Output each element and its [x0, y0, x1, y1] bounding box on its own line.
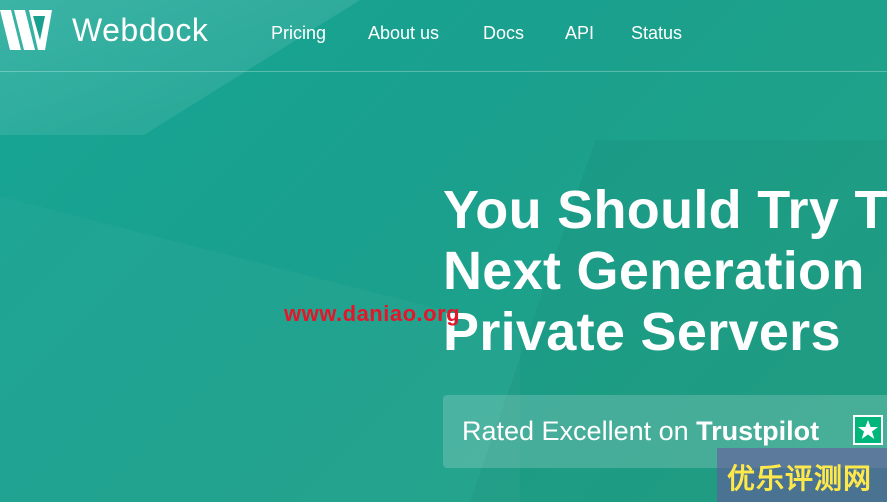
nav-docs-link[interactable]: Docs	[483, 23, 524, 44]
corner-watermark-badge: 优乐评测网	[717, 448, 887, 502]
nav-api-link[interactable]: API	[565, 23, 594, 44]
corner-watermark-text: 优乐评测网	[727, 462, 873, 495]
top-navbar: Webdock Pricing About us Docs API Status	[0, 0, 887, 72]
trustpilot-star-icon	[853, 415, 883, 445]
hero-title: You Should Try T Next Generation Private…	[443, 180, 887, 363]
watermark-text: www.daniao.org	[284, 301, 461, 326]
nav-status-link[interactable]: Status	[631, 23, 682, 44]
hero-title-line: Next Generation	[443, 241, 865, 301]
rating-prefix: Rated Excellent on	[462, 416, 697, 446]
trustpilot-brand: Trustpilot	[696, 416, 820, 446]
nav-pricing-link[interactable]: Pricing	[271, 23, 326, 44]
webdock-logo-icon[interactable]	[0, 10, 52, 50]
hero-title-line: You Should Try T	[443, 180, 887, 240]
trustpilot-rating-text: Rated Excellent on Trustpilot	[462, 416, 819, 447]
hero-title-line: Private Servers	[443, 302, 841, 362]
brand-name[interactable]: Webdock	[72, 12, 208, 49]
nav-about-us-link[interactable]: About us	[368, 23, 439, 44]
